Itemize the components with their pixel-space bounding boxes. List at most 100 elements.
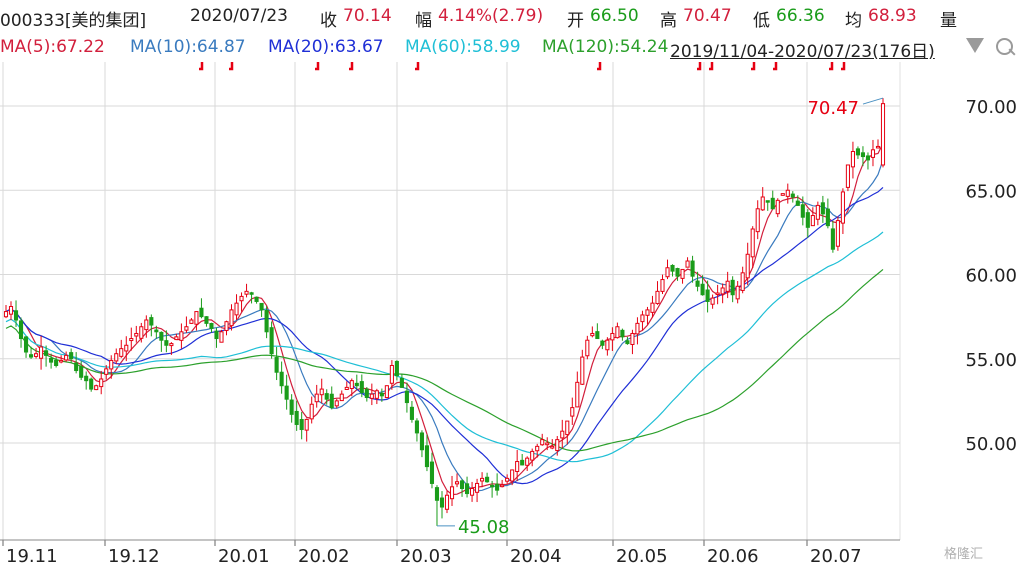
- candlestick: [449, 475, 455, 506]
- change-label: 幅: [415, 11, 432, 31]
- watermark-text: 格隆汇: [944, 547, 984, 562]
- candlestick: [429, 452, 435, 489]
- candlestick: [249, 291, 254, 304]
- candlestick: [199, 298, 204, 319]
- low-label: 低: [753, 11, 770, 31]
- candlestick: [244, 283, 249, 298]
- event-marker: [199, 62, 204, 71]
- x-tick-label: 20.07: [810, 546, 862, 567]
- x-tick-label: 20.03: [400, 546, 452, 567]
- candlestick: [409, 400, 414, 423]
- event-marker: [349, 62, 354, 71]
- candlestick: [540, 433, 545, 446]
- avg-label: 均: [845, 11, 862, 31]
- ma5-value: MA(5):67.22: [0, 37, 105, 57]
- candlestick: [39, 335, 44, 370]
- candlestick: [189, 318, 194, 324]
- x-tick-label: 19.12: [108, 546, 160, 567]
- candlestick: [284, 374, 289, 410]
- event-marker: [829, 62, 834, 71]
- candlestick: [620, 328, 625, 341]
- low-annotation-label: 45.08: [458, 517, 510, 538]
- dropdown-arrow-icon[interactable]: [966, 38, 984, 53]
- ma60-value: MA(60):58.99: [405, 37, 521, 57]
- candlestick: [560, 419, 565, 449]
- candlestick: [740, 266, 745, 294]
- candlestick: [605, 337, 610, 356]
- candlestick: [835, 216, 840, 251]
- candlestick: [319, 378, 324, 404]
- candlestick: [875, 139, 881, 149]
- candlestick: [590, 326, 595, 338]
- event-marker: [709, 62, 714, 71]
- candlestick: [414, 418, 419, 442]
- candlestick: [274, 346, 279, 381]
- candlestick: [364, 387, 369, 402]
- candlestick: [720, 283, 725, 304]
- candlestick: [570, 397, 575, 425]
- candlestick: [184, 316, 189, 333]
- x-tick-label: 20.06: [707, 546, 759, 567]
- candlestick: [710, 294, 715, 309]
- candlestick: [424, 434, 430, 472]
- candlestick: [8, 301, 14, 321]
- candlestick: [480, 472, 485, 488]
- candlestick: [64, 351, 69, 362]
- candlestick: [530, 448, 535, 467]
- candlestick: [34, 347, 39, 359]
- event-marker: [229, 62, 234, 71]
- zoom-search-icon[interactable]: [994, 36, 1018, 60]
- candlestick: [765, 200, 770, 211]
- candlestick: [159, 331, 164, 352]
- y-tick-label: 65.00: [965, 181, 1017, 202]
- candlestick: [459, 479, 465, 497]
- kline-chart: 50.00 55.00 60.00 65.00 70.00 19.11 19.12 20.0…: [0, 62, 1017, 567]
- candlestick: [264, 306, 269, 339]
- candlestick: [289, 394, 294, 423]
- ma60-line: [5, 231, 884, 463]
- candlestick: [294, 400, 299, 431]
- candlestick: [134, 325, 139, 343]
- candlestick: [234, 294, 239, 321]
- candlestick: [790, 191, 795, 203]
- candlestick: [119, 339, 124, 358]
- candlestick: [114, 348, 119, 365]
- candlestick: [520, 454, 525, 466]
- candlestick: [454, 473, 460, 488]
- candlestick: [655, 281, 660, 305]
- candlestick: [334, 398, 339, 409]
- candlestick: [344, 381, 349, 390]
- ma20-value: MA(20):63.67: [268, 37, 384, 57]
- high-annotation-arrow: [862, 97, 884, 105]
- candlestick: [625, 336, 630, 345]
- x-tick-label: 20.02: [298, 546, 350, 567]
- candlestick: [820, 195, 825, 223]
- candlestick: [3, 304, 9, 319]
- candlestick: [259, 302, 264, 317]
- candlestick: [825, 198, 830, 229]
- candlestick: [314, 384, 319, 408]
- candlestick: [74, 352, 79, 374]
- candlestick: [810, 207, 815, 227]
- candlestick: [770, 190, 775, 210]
- candlestick: [880, 98, 886, 168]
- candlestick: [640, 310, 645, 331]
- candlestick: [239, 292, 244, 312]
- candlestick: [384, 385, 389, 399]
- high-annotation-label: 70.47: [807, 98, 859, 119]
- candlestick: [129, 327, 134, 351]
- candlestick: [219, 329, 224, 343]
- candlestick: [840, 188, 845, 234]
- event-marker: [597, 62, 602, 71]
- candlestick: [690, 255, 695, 283]
- candlestick: [434, 485, 440, 526]
- candlestick: [439, 491, 445, 519]
- candlestick: [870, 139, 876, 167]
- open-value: 66.50: [590, 6, 639, 26]
- event-marker: [773, 62, 778, 71]
- candlestick: [815, 201, 820, 226]
- candlestick: [374, 388, 379, 405]
- ma10-value: MA(10):64.87: [130, 37, 246, 57]
- candlestick: [329, 386, 334, 410]
- candlestick: [850, 141, 855, 179]
